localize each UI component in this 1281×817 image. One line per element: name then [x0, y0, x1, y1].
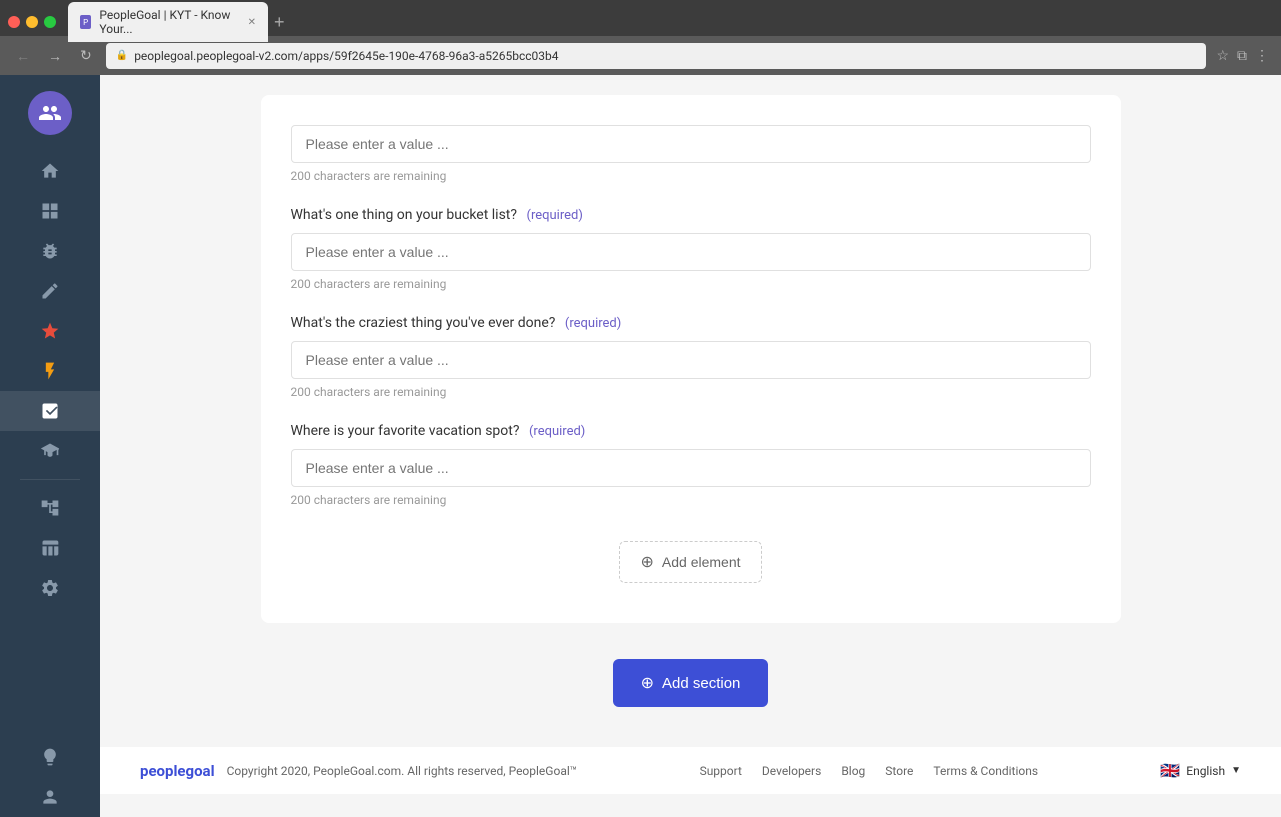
field-2-hint: 200 characters are remaining: [291, 277, 1091, 291]
field-4-input[interactable]: [291, 449, 1091, 487]
add-section-button[interactable]: ⊕ Add section: [613, 659, 769, 707]
plus-circle-icon: ⊕: [640, 552, 653, 572]
sidebar-item-home[interactable]: [0, 151, 100, 191]
sidebar-item-table[interactable]: [0, 528, 100, 568]
forward-button[interactable]: →: [44, 44, 66, 68]
field-3-hint: 200 characters are remaining: [291, 385, 1091, 399]
sidebar-item-org[interactable]: [0, 488, 100, 528]
language-label: English: [1186, 764, 1225, 778]
sidebar-item-grid[interactable]: [0, 191, 100, 231]
sidebar-item-bolt[interactable]: [0, 351, 100, 391]
form-field-3: What's the craziest thing you've ever do…: [291, 315, 1091, 399]
sidebar-item-graduation[interactable]: [0, 431, 100, 471]
footer-link-blog[interactable]: Blog: [841, 764, 865, 778]
footer-copyright: Copyright 2020, PeopleGoal.com. All righ…: [227, 764, 578, 778]
sidebar-item-star[interactable]: [0, 311, 100, 351]
url-text: peoplegoal.peoplegoal-v2.com/apps/59f264…: [134, 49, 558, 63]
sidebar-item-edit[interactable]: [0, 271, 100, 311]
field-4-label: Where is your favorite vacation spot? (r…: [291, 423, 1091, 439]
tab-title: PeopleGoal | KYT - Know Your...: [99, 8, 235, 36]
field-4-hint: 200 characters are remaining: [291, 493, 1091, 507]
sidebar-item-bug[interactable]: [0, 231, 100, 271]
minimize-traffic-light[interactable]: [26, 16, 38, 28]
avatar[interactable]: [28, 91, 72, 135]
url-bar[interactable]: 🔒 peoplegoal.peoplegoal-v2.com/apps/59f2…: [106, 43, 1207, 69]
field-2-label: What's one thing on your bucket list? (r…: [291, 207, 1091, 223]
form-field-4: Where is your favorite vacation spot? (r…: [291, 423, 1091, 507]
menu-button[interactable]: ⋮: [1255, 47, 1269, 64]
close-traffic-light[interactable]: [8, 16, 20, 28]
add-section-container: ⊕ Add section: [261, 639, 1121, 727]
extensions-button[interactable]: ⧉: [1237, 47, 1247, 64]
maximize-traffic-light[interactable]: [44, 16, 56, 28]
field-3-input[interactable]: [291, 341, 1091, 379]
active-tab[interactable]: P PeopleGoal | KYT - Know Your... ✕: [68, 2, 268, 42]
form-field-1: 200 characters are remaining: [291, 125, 1091, 183]
form-field-2: What's one thing on your bucket list? (r…: [291, 207, 1091, 291]
sidebar-divider: [20, 479, 80, 480]
footer-link-support[interactable]: Support: [700, 764, 742, 778]
sidebar-item-asterisk[interactable]: [0, 391, 100, 431]
footer-language[interactable]: 🇬🇧 English ▼: [1160, 761, 1241, 780]
add-element-button[interactable]: ⊕ Add element: [619, 541, 761, 583]
field-3-label: What's the craziest thing you've ever do…: [291, 315, 1091, 331]
form-section: 200 characters are remaining What's one …: [261, 95, 1121, 623]
footer: peoplegoal Copyright 2020, PeopleGoal.co…: [100, 747, 1281, 794]
footer-logo: peoplegoal: [140, 762, 215, 780]
field-2-required: (required): [527, 208, 583, 223]
field-1-hint: 200 characters are remaining: [291, 169, 1091, 183]
browser-chrome: P PeopleGoal | KYT - Know Your... ✕ + ← …: [0, 0, 1281, 75]
footer-link-store[interactable]: Store: [885, 764, 913, 778]
footer-links: Support Developers Blog Store Terms & Co…: [700, 764, 1038, 778]
tab-favicon: P: [80, 15, 91, 29]
chevron-down-icon: ▼: [1231, 765, 1241, 776]
field-2-input[interactable]: [291, 233, 1091, 271]
refresh-button[interactable]: ↻: [76, 43, 96, 68]
footer-link-developers[interactable]: Developers: [762, 764, 821, 778]
field-3-required: (required): [565, 316, 621, 331]
main-content: 200 characters are remaining What's one …: [100, 75, 1281, 817]
flag-icon: 🇬🇧: [1160, 761, 1180, 780]
tab-close-button[interactable]: ✕: [248, 17, 256, 28]
new-tab-button[interactable]: +: [274, 12, 285, 33]
sidebar-item-bulb[interactable]: [40, 737, 60, 777]
plus-circle-icon-section: ⊕: [641, 673, 654, 693]
sidebar-item-settings[interactable]: [0, 568, 100, 608]
field-4-required: (required): [529, 424, 585, 439]
footer-link-terms[interactable]: Terms & Conditions: [933, 764, 1038, 778]
bookmark-button[interactable]: ☆: [1216, 47, 1229, 64]
sidebar: [0, 75, 100, 817]
lock-icon: 🔒: [116, 50, 128, 61]
sidebar-item-person[interactable]: [40, 777, 60, 817]
back-button[interactable]: ←: [12, 44, 34, 68]
field-1-input[interactable]: [291, 125, 1091, 163]
traffic-lights: [8, 16, 56, 28]
